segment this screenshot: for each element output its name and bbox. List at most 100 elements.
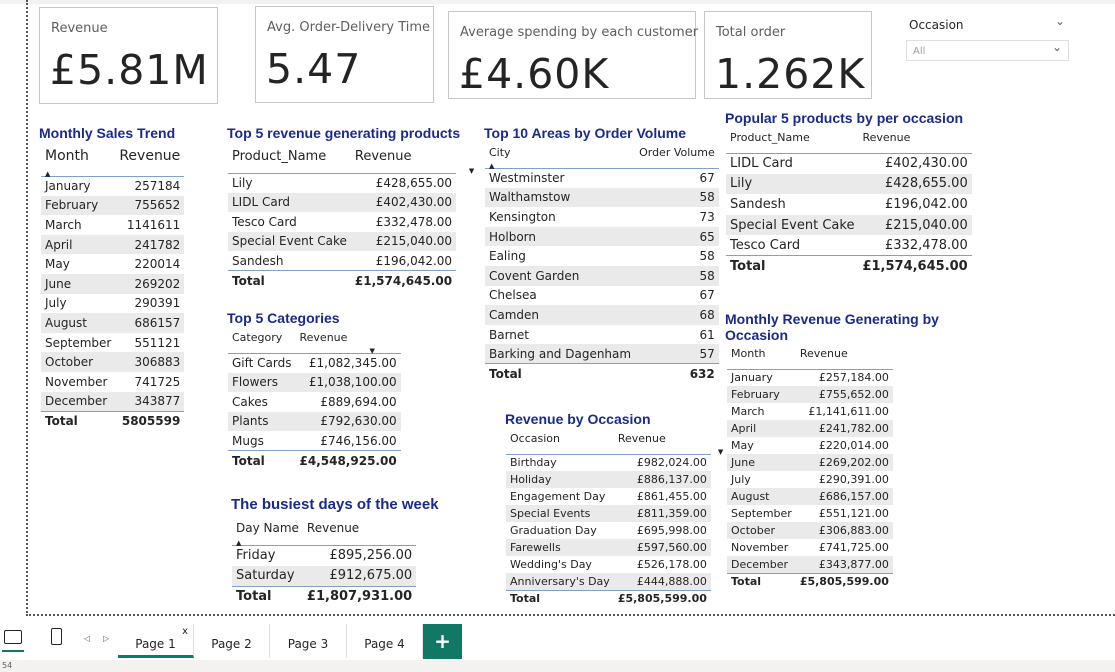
top5-categories-table[interactable]: Category Revenue ▼ Gift Cards £1,082,345.00 F…	[228, 331, 401, 470]
table-row[interactable]: October £306,883.00	[727, 522, 893, 539]
table-row[interactable]: April 241782	[41, 234, 185, 255]
table-row[interactable]: September £551,121.00	[727, 505, 893, 522]
table-row[interactable]: Holiday £886,137.00	[506, 471, 711, 488]
table-row[interactable]: Lily £428,655.00	[228, 173, 456, 193]
table-row[interactable]: Farewells £597,560.00	[506, 539, 711, 556]
table-cell: Lily	[232, 176, 253, 190]
table-row[interactable]: Gift Cards £1,082,345.00	[228, 353, 401, 373]
table-row[interactable]: December £343,877.00	[727, 556, 893, 573]
table-row[interactable]: November £741,725.00	[727, 539, 893, 556]
table-row[interactable]: Barking and Dagenham 57	[485, 344, 719, 364]
table-row[interactable]: April £241,782.00	[727, 420, 893, 437]
table-row[interactable]: January 257184	[41, 176, 184, 196]
next-page-icon[interactable]: ▷	[103, 634, 109, 643]
table-row[interactable]: LIDL Card £402,430.00	[228, 192, 457, 212]
column-header[interactable]: Month ▲	[41, 148, 115, 177]
table-row[interactable]: Barnet 61	[485, 325, 719, 345]
table-row[interactable]: August £686,157.00	[727, 488, 893, 505]
table-row[interactable]: March 1141611	[41, 215, 184, 235]
column-header[interactable]: Occasion	[506, 432, 614, 454]
table-row[interactable]: October 306883	[41, 352, 185, 372]
table-row[interactable]: Ealing 58	[485, 246, 719, 266]
table-row[interactable]: Flowers £1,038,100.00	[228, 372, 401, 392]
table-row[interactable]: November 741725	[41, 372, 184, 392]
column-header[interactable]: Revenue ▼	[614, 432, 723, 455]
prev-page-icon[interactable]: ◁	[84, 634, 90, 643]
table-row[interactable]: Westminster 67	[485, 168, 719, 188]
table-row[interactable]: Saturday £912,675.00	[232, 565, 417, 586]
add-page-button[interactable]: +	[423, 624, 462, 659]
table-row[interactable]: Birthday £982,024.00	[506, 454, 711, 471]
tab-page-4[interactable]: Page 4	[347, 624, 423, 658]
table-row[interactable]: Walthamstow 58	[485, 187, 719, 208]
kpi-card-delivery-time[interactable]: Avg. Order-Delivery Time 5.47	[255, 6, 434, 103]
busiest-days-table[interactable]: Day Name ▲ Revenue Friday £895,256.00 Saturda…	[232, 521, 417, 607]
table-row[interactable]: Plants £792,630.00	[228, 411, 401, 431]
table-row[interactable]: May 220014	[41, 254, 184, 274]
table-row[interactable]: May £220,014.00	[727, 437, 893, 454]
table-row[interactable]: Special Event Cake £215,040.00	[726, 214, 972, 236]
tab-page-3[interactable]: Page 3	[270, 624, 347, 658]
kpi-card-revenue[interactable]: Revenue £5.81M	[39, 7, 218, 104]
table-row[interactable]: Holborn 65	[485, 226, 719, 247]
column-header[interactable]: Revenue	[796, 347, 893, 369]
kpi-card-avg-spending[interactable]: Average spending by each customer £4.60K	[448, 11, 698, 99]
kpi-card-total-order[interactable]: Total order 1.262K	[704, 11, 872, 99]
desktop-view-icon[interactable]	[4, 630, 22, 644]
tab-page-2[interactable]: Page 2	[194, 624, 270, 658]
table-row[interactable]: Chelsea 67	[485, 286, 719, 306]
column-header[interactable]: Revenue ▼	[351, 149, 474, 174]
table-row[interactable]: June 269202	[41, 273, 185, 294]
table-row[interactable]: March £1,141,611.00	[727, 403, 893, 420]
column-header[interactable]: Category	[228, 331, 296, 353]
table-row[interactable]: January £257,184.00	[727, 369, 893, 386]
table-row[interactable]: Anniversary's Day £444,888.00	[506, 573, 711, 590]
column-header[interactable]: Revenue	[303, 521, 416, 545]
top5-products-table[interactable]: Product_Name Revenue ▼ Lily £428,655.00 LIDL …	[228, 149, 474, 290]
column-header[interactable]: Product_Name	[228, 149, 351, 173]
monthly-occasion-table[interactable]: Month Revenue January £257,184.00 February £7…	[727, 347, 893, 590]
table-row[interactable]: Cakes £889,694.00	[228, 392, 401, 412]
table-row[interactable]: Tesco Card £332,478.00	[228, 212, 456, 232]
table-row[interactable]: Friday £895,256.00	[232, 545, 416, 566]
table-row[interactable]: Kensington 73	[485, 207, 719, 227]
mobile-view-icon[interactable]	[51, 628, 62, 645]
table-row[interactable]: Wedding's Day £526,178.00	[506, 556, 711, 573]
popular5-products-table[interactable]: Product_Name Revenue LIDL Card £402,430.00 L…	[726, 131, 972, 277]
close-icon[interactable]: x	[182, 612, 188, 652]
column-header[interactable]: Revenue ▼	[296, 331, 401, 354]
table-row[interactable]: Sandesh £196,042.00	[228, 251, 456, 271]
table-row[interactable]: August 686157	[41, 313, 185, 333]
table-row[interactable]: Special Events £811,359.00	[506, 505, 711, 522]
table-row[interactable]: February £755,652.00	[727, 386, 893, 403]
table-row[interactable]: Camden 68	[485, 305, 719, 325]
table-row[interactable]: Lily £428,655.00	[726, 173, 972, 195]
table-row[interactable]: February 755652	[41, 195, 185, 216]
column-header[interactable]: Order Volume	[635, 146, 719, 168]
column-header[interactable]: Day Name ▲	[232, 521, 303, 546]
table-row[interactable]: Covent Garden 58	[485, 265, 719, 286]
table-row[interactable]: Graduation Day £695,998.00	[506, 522, 711, 539]
table-row[interactable]: Tesco Card £332,478.00	[726, 235, 972, 256]
occasion-dropdown[interactable]: All ⌄	[906, 40, 1069, 61]
tab-page-1[interactable]: Page 1 x	[118, 624, 194, 658]
table-row[interactable]: July £290,391.00	[727, 471, 893, 488]
column-header[interactable]: Revenue	[115, 148, 184, 176]
table-row[interactable]: Engagement Day £861,455.00	[506, 488, 711, 505]
column-header[interactable]: City ▲	[485, 146, 635, 169]
table-row[interactable]: December 343877	[41, 391, 185, 412]
monthly-sales-table[interactable]: Month ▲ Revenue January 257184 February 755652…	[41, 148, 185, 431]
table-row[interactable]: LIDL Card £402,430.00	[726, 153, 972, 174]
table-row[interactable]: Mugs £746,156.00	[228, 431, 401, 451]
table-row[interactable]: September 551121	[41, 333, 184, 353]
table-row[interactable]: Sandesh £196,042.00	[726, 194, 972, 215]
column-header[interactable]: Month	[727, 347, 796, 369]
table-row[interactable]: June £269,202.00	[727, 454, 893, 471]
column-header[interactable]: Product_Name	[726, 131, 858, 153]
revenue-occasion-table[interactable]: Occasion Revenue ▼ Birthday £982,024.00 Holid…	[506, 432, 723, 607]
table-row[interactable]: Special Event Cake £215,040.00	[228, 231, 457, 251]
chevron-down-icon[interactable]: ⌄	[1055, 14, 1065, 28]
top10-areas-table[interactable]: City ▲ Order Volume Westminster 67 Walthamsto…	[485, 146, 719, 384]
column-header[interactable]: Revenue	[858, 131, 971, 153]
table-row[interactable]: July 290391	[41, 294, 184, 314]
